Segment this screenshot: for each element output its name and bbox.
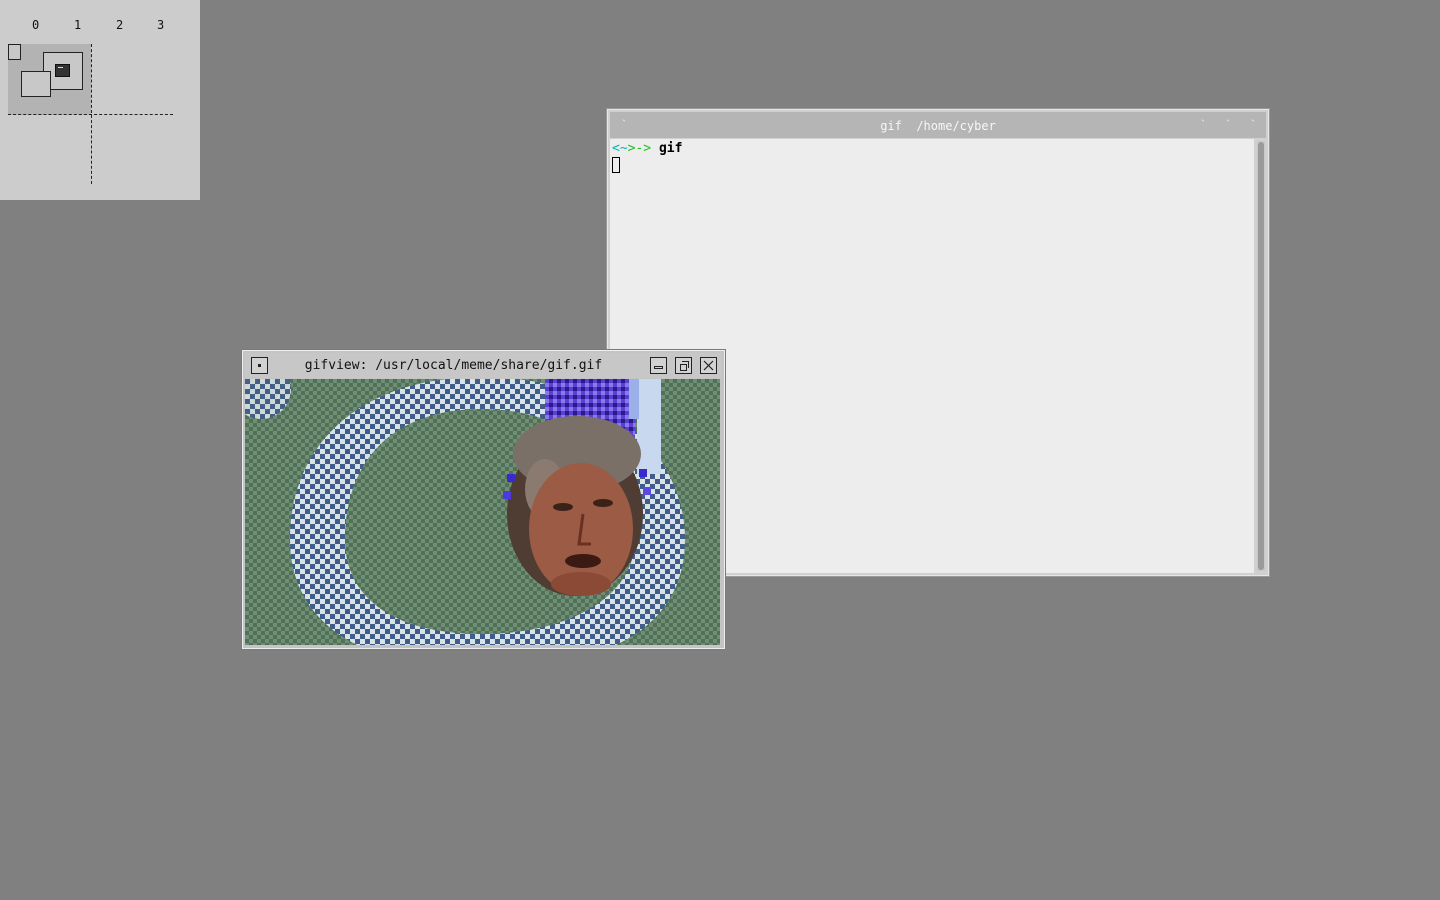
gif-frame-illustration <box>245 379 685 645</box>
maximize-icon[interactable]: ˋ <box>1226 117 1230 132</box>
gifview-title: gifview: /usr/local/meme/share/gif.gif <box>304 358 603 373</box>
pager-desktop-3[interactable]: 3 <box>157 18 164 32</box>
prompt-arrow: >-> <box>627 141 652 156</box>
gif-image <box>245 379 720 645</box>
pager-mini-gifview[interactable] <box>21 71 51 97</box>
close-button[interactable] <box>700 357 717 374</box>
close-icon <box>703 360 714 371</box>
terminal-icon <box>55 64 70 77</box>
pager-divider-vertical <box>91 44 92 184</box>
terminal-scrollbar[interactable] <box>1257 141 1265 571</box>
pager-desktop-0[interactable]: 0 <box>32 18 39 32</box>
prompt-open: < <box>612 141 620 156</box>
gifview-window[interactable]: gifview: /usr/local/meme/share/gif.gif <box>242 350 725 649</box>
minimize-icon[interactable]: ˋ <box>1201 117 1205 132</box>
pager-mini-window[interactable] <box>8 44 21 60</box>
terminal-title: gif /home/cyber <box>880 119 996 133</box>
pager-desktop-1[interactable]: 1 <box>74 18 81 32</box>
pager-desktop-labels: 0 1 2 3 <box>0 18 200 34</box>
pager-desktop-2[interactable]: 2 <box>116 18 123 32</box>
desktop-pager[interactable]: 0 1 2 3 <box>0 0 200 200</box>
terminal-cursor <box>612 157 620 173</box>
maximize-button[interactable] <box>675 357 692 374</box>
gifview-titlebar[interactable]: gifview: /usr/local/meme/share/gif.gif <box>245 353 722 378</box>
terminal-command: gif <box>658 141 683 156</box>
terminal-titlebar[interactable]: ˋ gif /home/cyber ˋ ˋ ˋ <box>610 112 1266 138</box>
close-icon[interactable]: ˋ <box>1251 117 1255 132</box>
prompt-directory: ~ <box>619 141 628 156</box>
terminal-prompt-line: <~>-> gif <box>612 141 682 157</box>
window-menu-button[interactable] <box>251 357 268 374</box>
terminal-scrollbar-thumb[interactable] <box>1258 142 1264 570</box>
minimize-button[interactable] <box>650 357 667 374</box>
